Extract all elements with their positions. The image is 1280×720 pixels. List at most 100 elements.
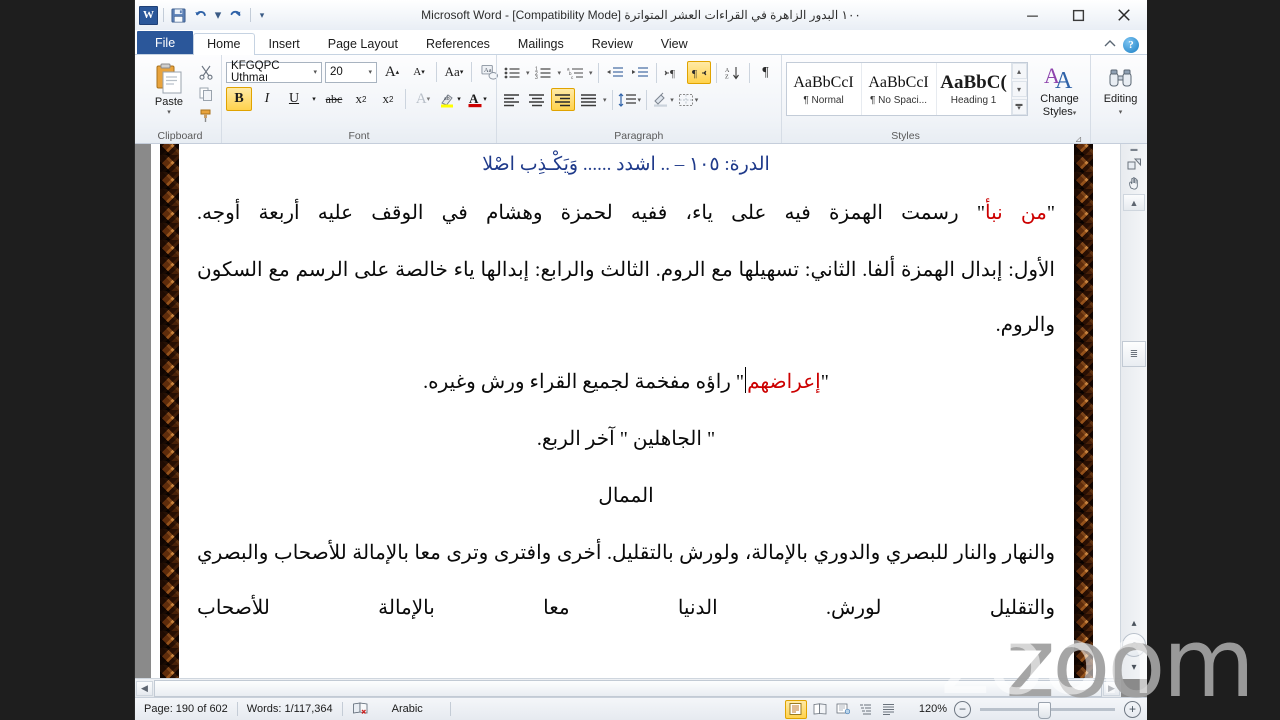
ltr-text-direction-icon[interactable]: ¶ [662,62,684,83]
multilevel-caret[interactable]: ▾ [589,69,593,77]
borders-caret[interactable]: ▾ [695,96,699,104]
shading-icon[interactable]: ▾ [652,89,674,110]
sort-icon[interactable]: AZ [722,62,744,83]
format-painter-icon[interactable] [195,106,217,126]
minimize-button[interactable] [1009,1,1055,29]
status-proofing[interactable] [343,700,378,718]
line-spacing-icon[interactable]: ▾ [618,89,642,110]
show-formatting-marks-icon[interactable]: ¶ [755,62,777,83]
styles-scroll-down[interactable]: ▾ [1011,81,1027,97]
tab-review[interactable]: Review [578,33,647,55]
save-icon[interactable] [169,6,188,25]
zoom-slider-thumb[interactable] [1038,701,1051,719]
align-center-icon[interactable] [526,89,548,110]
tab-view[interactable]: View [647,33,702,55]
multilevel-list-icon[interactable]: abc [564,62,586,83]
vertical-scrollbar[interactable]: ▬ ▲ ≣ ▴ ▾ [1120,144,1147,679]
close-button[interactable] [1101,1,1147,29]
view-web-layout[interactable] [833,701,853,718]
italic-icon[interactable]: I [255,88,279,110]
editing-button[interactable]: Editing ▾ [1095,60,1147,119]
increase-indent-icon[interactable] [629,62,651,83]
horizontal-scroll-thumb[interactable] [154,679,1102,697]
previous-page-button[interactable]: ▴ [1123,613,1145,633]
change-styles-button[interactable]: A A Change Styles▾ [1034,60,1086,120]
borders-icon[interactable]: ▾ [677,89,699,110]
style-heading-1[interactable]: AaBbC( Heading 1 [937,63,1011,115]
tab-mailings[interactable]: Mailings [504,33,578,55]
document-text-content[interactable]: الدرة: ١٠٥ – .. اشدد ...... وَيَكْـذِب ا… [197,150,1055,679]
paste-button[interactable]: Paste ▾ [143,60,195,116]
shrink-font-icon[interactable]: A ▾ [407,61,431,83]
text-effects-icon[interactable]: A ▾ [411,88,435,110]
tab-home[interactable]: Home [193,33,255,55]
bullets-icon[interactable] [501,62,523,83]
font-name-combo[interactable]: KFGQPC Uthmaı ▾ [226,60,322,84]
numbering-caret[interactable]: ▾ [558,69,562,77]
copy-icon[interactable] [195,84,217,104]
font-size-caret[interactable]: ▾ [364,68,376,76]
status-page-indicator[interactable]: Page: 190 of 602 [135,700,237,718]
change-case-icon[interactable]: Aa ▾ [442,61,466,83]
status-word-count[interactable]: Words: 1/117,364 [238,700,342,718]
underline-caret[interactable]: ▾ [309,88,319,110]
document-page[interactable]: الدرة: ١٠٥ – .. اشدد ...... وَيَكْـذِب ا… [151,144,1121,679]
bullets-caret[interactable]: ▾ [526,69,530,77]
cut-icon[interactable] [195,62,217,82]
numbering-icon[interactable]: 123 [533,62,555,83]
underline-icon[interactable]: U [282,88,306,110]
next-page-button[interactable]: ▾ [1123,657,1145,677]
scroll-thumb[interactable]: ≣ [1122,341,1146,367]
view-outline[interactable] [856,701,876,718]
view-print-layout[interactable] [784,699,807,719]
change-styles-dialog-launcher[interactable]: ⊿ [1074,132,1084,144]
justify-caret[interactable]: ▾ [603,96,607,104]
change-styles-caret[interactable]: ▾ [1073,110,1077,117]
decrease-indent-icon[interactable] [604,62,626,83]
undo-dropdown-caret[interactable]: ▾ [213,6,223,25]
horizontal-scrollbar[interactable]: ◀ ▶ [135,678,1121,697]
bold-icon[interactable]: B [226,87,252,111]
zoom-in-button[interactable]: + [1124,700,1141,718]
zoom-slider[interactable] [980,701,1115,719]
text-highlight-color-icon[interactable]: ab ▾ [438,88,462,110]
view-full-screen-reading[interactable] [810,701,830,718]
tab-file[interactable]: File [137,31,194,54]
tab-references[interactable]: References [412,33,504,55]
align-left-icon[interactable] [501,89,523,110]
scroll-left-button[interactable]: ◀ [136,680,153,696]
rtl-text-direction-icon[interactable]: ¶ [686,61,711,84]
view-draft[interactable] [879,701,899,718]
line-spacing-caret[interactable]: ▾ [638,96,642,104]
customize-qat-icon[interactable]: ▾ [256,6,268,25]
scroll-up-button[interactable]: ▲ [1123,194,1145,211]
font-name-caret[interactable]: ▾ [309,68,321,76]
strikethrough-icon[interactable]: abc [322,88,346,110]
redo-icon[interactable] [226,6,245,25]
zoom-level-label[interactable]: 120% [915,700,951,718]
maximize-button[interactable] [1055,1,1101,29]
scroll-right-button[interactable]: ▶ [1103,680,1120,696]
split-window-handle[interactable]: ▬ [1123,144,1145,154]
status-language[interactable]: Arabic [378,700,432,718]
shapes-icon[interactable] [1123,156,1145,173]
grow-font-icon[interactable]: A ▴ [380,61,404,83]
help-icon[interactable]: ? [1123,37,1139,53]
align-right-icon[interactable] [551,88,575,111]
superscript-icon[interactable]: x2 [376,88,400,110]
minimize-ribbon-icon[interactable] [1103,38,1117,52]
editing-caret[interactable]: ▾ [1119,106,1123,119]
styles-scroll-up[interactable]: ▴ [1011,63,1027,79]
tab-insert[interactable]: Insert [255,33,314,55]
font-size-combo[interactable]: 20 ▾ [325,61,377,83]
hand-icon[interactable] [1123,175,1145,192]
subscript-icon[interactable]: x2 [349,88,373,110]
font-color-icon[interactable]: A ▾ [465,88,489,110]
shading-caret[interactable]: ▾ [670,96,674,104]
undo-icon[interactable] [191,6,210,25]
justify-icon[interactable] [578,89,600,110]
zoom-out-button[interactable]: − [954,700,971,718]
paste-caret[interactable]: ▾ [167,108,171,116]
style-normal[interactable]: AaBbCcI ¶ Normal [787,63,862,115]
select-browse-object-button[interactable] [1122,633,1146,657]
